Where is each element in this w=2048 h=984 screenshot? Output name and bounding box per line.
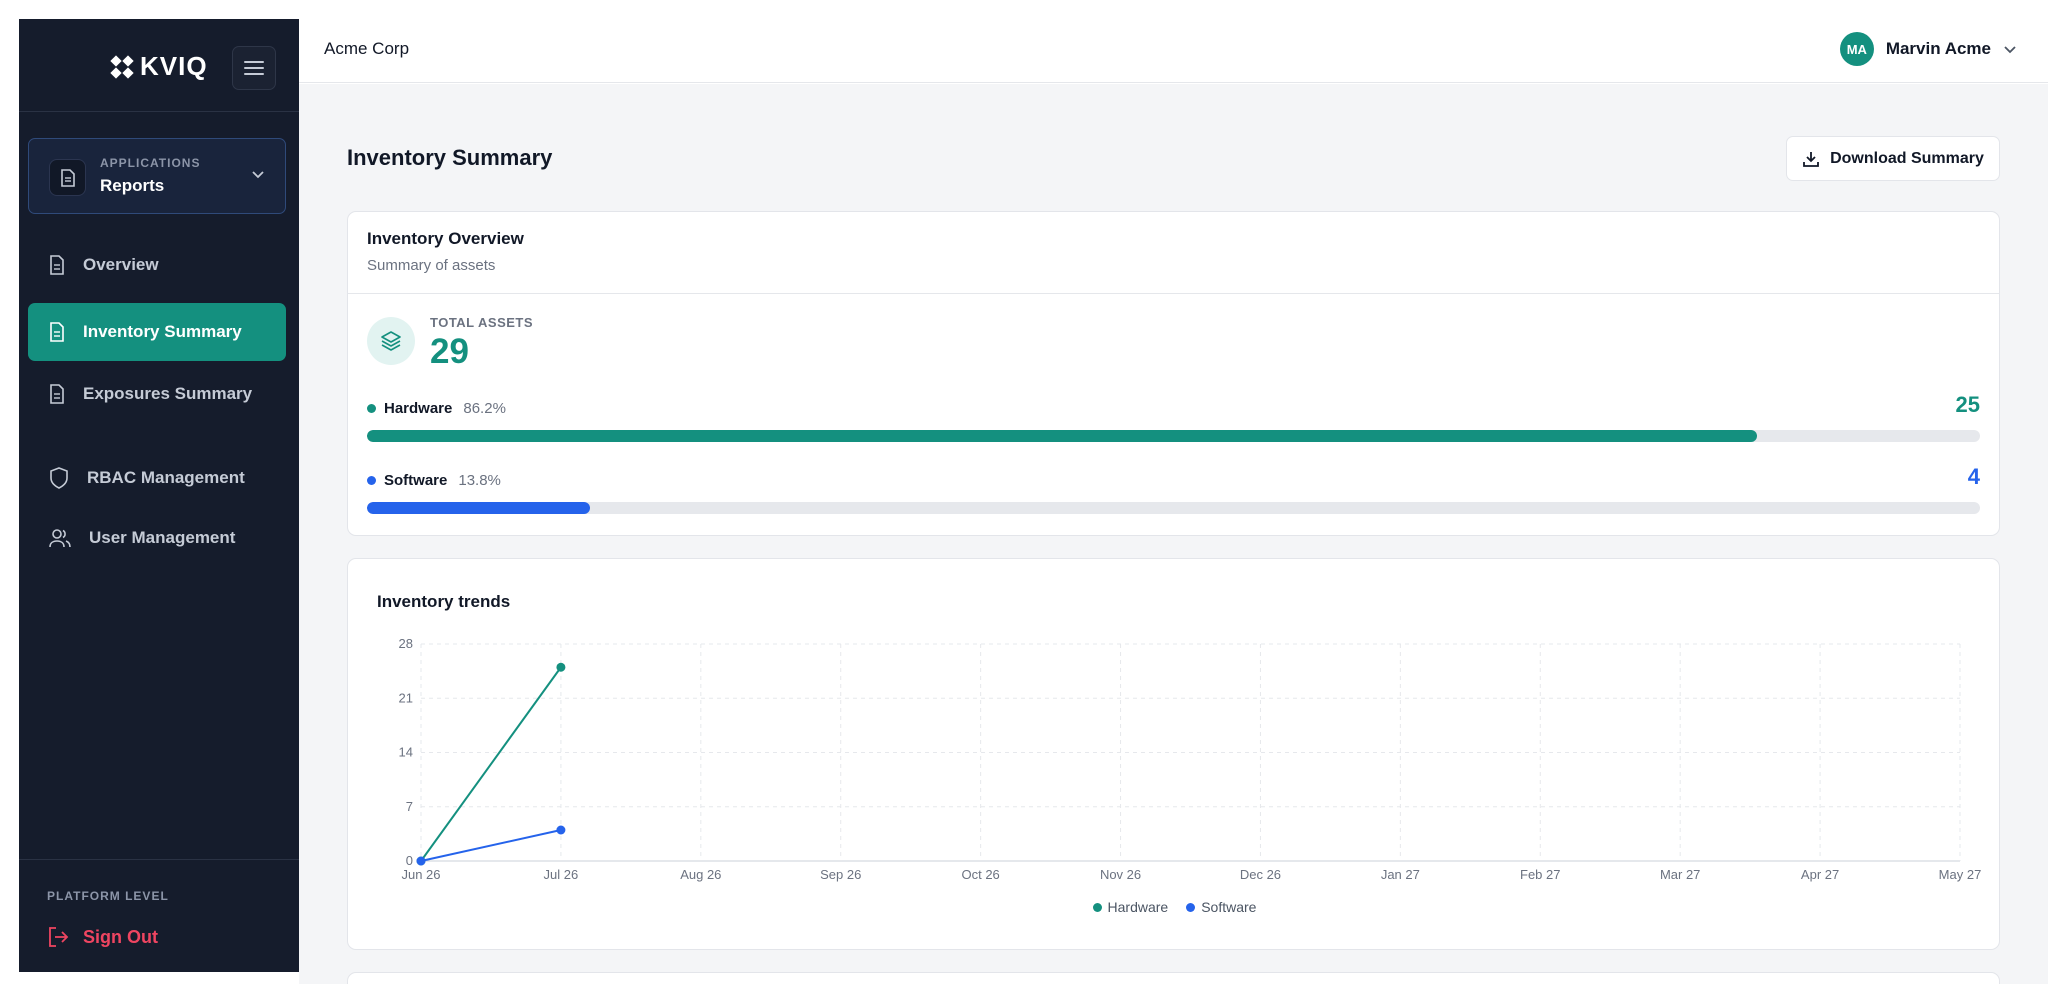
inventory-overview-card: Inventory Overview Summary of assets TOT… [347,211,2000,536]
sidebar-item-label: Inventory Summary [83,322,242,341]
card-title: Inventory trends [377,592,511,611]
legend-label: Software [1201,899,1257,915]
legend-item-hardware[interactable]: Hardware [1092,899,1169,915]
sidebar-item-label: Exposures Summary [83,384,253,403]
chevron-down-icon [252,171,264,179]
menu-toggle-button[interactable] [232,46,276,90]
progress-fill [367,430,1758,442]
sidebar-item-rbac-management[interactable]: RBAC Management [28,449,286,507]
legend-dot [1186,902,1196,912]
inventory-trends-chart: 0 7 14 21 28 Jun 26 Jul 26 Aug 26 Sep 26 Oct 26 No… [399,636,1982,882]
y-tick-label: 0 [406,853,413,868]
sidebar-item-label: RBAC Management [87,468,245,487]
hardware-row-label: Hardware 86.2% [367,400,506,417]
app-selector-caption: APPLICATIONS [100,156,201,170]
sidebar-item-overview[interactable]: Overview [28,236,286,294]
hardware-progress-bar [367,430,1980,442]
page-title: Inventory Summary [347,145,553,170]
download-summary-button[interactable]: Download Summary [1786,136,2000,181]
data-point-software [416,856,426,866]
users-icon [49,529,71,548]
legend-item-software[interactable]: Software [1186,899,1256,915]
sign-out-icon [49,927,69,947]
x-tick-label: Apr 27 [1801,867,1839,882]
sidebar-item-inventory-summary[interactable]: Inventory Summary [28,303,286,361]
x-tick-label: May 27 [1939,867,1982,882]
sidebar-footer: PLATFORM LEVEL Sign Out [19,859,299,972]
total-assets-label: TOTAL ASSETS [430,315,534,330]
shield-icon [50,467,68,489]
hamburger-icon [244,61,264,75]
sidebar-header: KVIQ [19,19,299,112]
legend-label: Hardware [1107,899,1169,915]
chevron-down-icon [2004,46,2016,54]
software-progress-bar [367,502,1980,514]
app-document-icon [49,159,86,196]
sidebar-item-label: Overview [83,255,159,274]
sign-out-button[interactable]: Sign Out [47,926,158,948]
x-tick-label: Feb 27 [1520,867,1560,882]
brand-name: KVIQ [140,51,208,81]
sign-out-label: Sign Out [83,926,158,947]
inventory-trends-card: Inventory trends 0 7 14 21 28 Jun 26 Jul 26 Aug… [347,558,2000,950]
document-icon [50,384,64,404]
software-row-label: Software 13.8% [367,472,501,489]
x-tick-label: Jul 26 [544,867,579,882]
software-count: 4 [1967,464,1980,489]
legend-dot [1092,902,1102,912]
row-name: Software [384,472,448,489]
hardware-count: 25 [1955,392,1980,417]
brand-mark-icon [110,54,134,79]
sidebar: KVIQ APPLICATIONS Reports Overview Inven… [19,19,299,972]
x-tick-label: Aug 26 [680,867,721,882]
x-tick-label: Jan 27 [1381,867,1420,882]
row-name: Hardware [384,400,453,417]
x-tick-label: Dec 26 [1240,867,1281,882]
chart-legend: Hardware Software [348,899,2001,915]
topbar: Acme Corp MA Marvin Acme [299,19,2048,83]
x-tick-label: Oct 26 [961,867,999,882]
data-point-software [556,825,566,835]
application-selector[interactable]: APPLICATIONS Reports [28,138,286,214]
user-menu[interactable]: MA Marvin Acme [1839,32,2017,66]
brand-logo[interactable]: KVIQ [110,51,208,82]
document-icon [50,255,64,275]
y-tick-label: 21 [399,690,413,705]
data-point-hardware [556,662,566,672]
download-icon [1803,151,1819,167]
card-header: Inventory Overview Summary of assets [348,212,1999,294]
y-tick-label: 28 [399,636,413,651]
layers-icon [367,317,415,365]
x-tick-label: Sep 26 [820,867,861,882]
sidebar-item-exposures-summary[interactable]: Exposures Summary [28,365,286,423]
sidebar-item-label: User Management [89,528,236,547]
row-percent: 13.8% [458,472,501,489]
document-icon [50,322,64,342]
y-tick-label: 7 [406,799,413,814]
row-percent: 86.2% [463,400,506,417]
series-line-software [420,829,562,862]
series-line-hardware [420,666,562,862]
y-tick-label: 14 [399,745,413,760]
legend-dot [367,404,376,413]
user-name: Marvin Acme [1885,39,1991,58]
sidebar-item-user-management[interactable]: User Management [28,509,286,567]
x-tick-label: Nov 26 [1100,867,1141,882]
total-assets-value: 29 [430,332,469,371]
x-tick-label: Mar 27 [1660,867,1700,882]
x-tick-label: Jun 26 [401,867,440,882]
next-card [347,972,2000,984]
app-selector-value: Reports [100,176,165,195]
organization-name: Acme Corp [324,39,410,58]
download-summary-label: Download Summary [1830,149,1984,167]
card-title: Inventory Overview [367,229,524,248]
main-content: Inventory Summary Download Summary Inven… [299,84,2048,984]
legend-dot [367,476,376,485]
card-subtitle: Summary of assets [367,257,496,274]
platform-level-caption: PLATFORM LEVEL [47,889,169,903]
avatar: MA [1839,32,1874,66]
progress-fill [367,502,590,514]
